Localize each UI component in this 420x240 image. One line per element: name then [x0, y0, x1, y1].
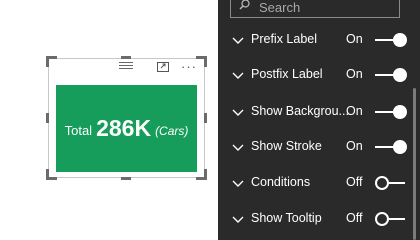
toggle-switch[interactable] [375, 139, 407, 155]
chevron-down-icon[interactable] [232, 34, 244, 46]
toggle-knob [393, 105, 407, 119]
pane-scrollbar[interactable] [413, 88, 416, 240]
resize-handle-bottom[interactable] [121, 177, 131, 180]
search-placeholder: Search [259, 0, 301, 15]
toggle-switch[interactable] [375, 175, 407, 191]
format-section-row[interactable]: Postfix Label On [218, 57, 408, 93]
format-section-label: Show Stroke [251, 139, 322, 153]
toggle-knob [375, 212, 389, 226]
toggle-switch[interactable] [375, 67, 407, 83]
card-value: 286K [96, 115, 152, 141]
chevron-down-icon[interactable] [232, 177, 244, 189]
toggle-state-text: Off [346, 211, 363, 225]
resize-handle-bottom-right[interactable] [196, 169, 207, 180]
chevron-down-icon[interactable] [232, 213, 244, 225]
card-postfix: (Cars) [155, 123, 189, 138]
resize-handle-top[interactable] [121, 56, 131, 59]
toggle-state-text: On [346, 32, 363, 46]
format-section-row[interactable]: Conditions Off [218, 165, 408, 201]
card-visual[interactable]: ··· Total 286K (Cars) [46, 56, 207, 180]
search-icon [239, 0, 250, 10]
toggle-knob [393, 68, 407, 82]
resize-handle-top-left[interactable] [46, 56, 57, 67]
toggle-track [389, 182, 405, 184]
format-section-label: Conditions [251, 175, 311, 189]
toggle-knob [393, 140, 407, 154]
resize-handle-left[interactable] [46, 113, 49, 123]
format-pane: Search Prefix Label On Postfix Label On Show… [218, 0, 420, 240]
chevron-down-icon[interactable] [232, 106, 244, 118]
drag-grip-icon[interactable] [119, 62, 133, 69]
chevron-down-icon[interactable] [232, 69, 244, 81]
search-input[interactable]: Search [230, 0, 400, 18]
report-canvas: ··· Total 286K (Cars) [0, 0, 218, 240]
focus-mode-icon[interactable] [157, 62, 169, 72]
toggle-knob [375, 176, 389, 190]
format-section-label: Show Backgrou... [251, 104, 349, 118]
format-section-row[interactable]: Show Tooltip Off [218, 201, 408, 237]
toggle-track [389, 218, 405, 220]
toggle-switch[interactable] [375, 104, 407, 120]
format-section-row[interactable]: Show Backgrou... On [218, 94, 408, 130]
format-section-label: Show Tooltip [251, 211, 322, 225]
toggle-state-text: On [346, 104, 363, 118]
format-section-label: Postfix Label [251, 67, 323, 81]
toggle-switch[interactable] [375, 211, 407, 227]
format-section-row[interactable]: Show Stroke On [218, 129, 408, 165]
format-section-label: Prefix Label [251, 32, 318, 46]
toggle-state-text: On [346, 67, 363, 81]
chevron-down-icon[interactable] [232, 141, 244, 153]
resize-handle-top-right[interactable] [196, 56, 207, 67]
kpi-card: Total 286K (Cars) [56, 85, 197, 172]
toggle-state-text: On [346, 139, 363, 153]
card-prefix: Total [64, 123, 93, 138]
resize-handle-right[interactable] [204, 113, 207, 123]
more-options-icon[interactable]: ··· [181, 59, 197, 74]
toggle-state-text: Off [346, 175, 363, 189]
toggle-knob [393, 33, 407, 47]
toggle-switch[interactable] [375, 32, 407, 48]
format-section-row[interactable]: Prefix Label On [218, 22, 408, 58]
